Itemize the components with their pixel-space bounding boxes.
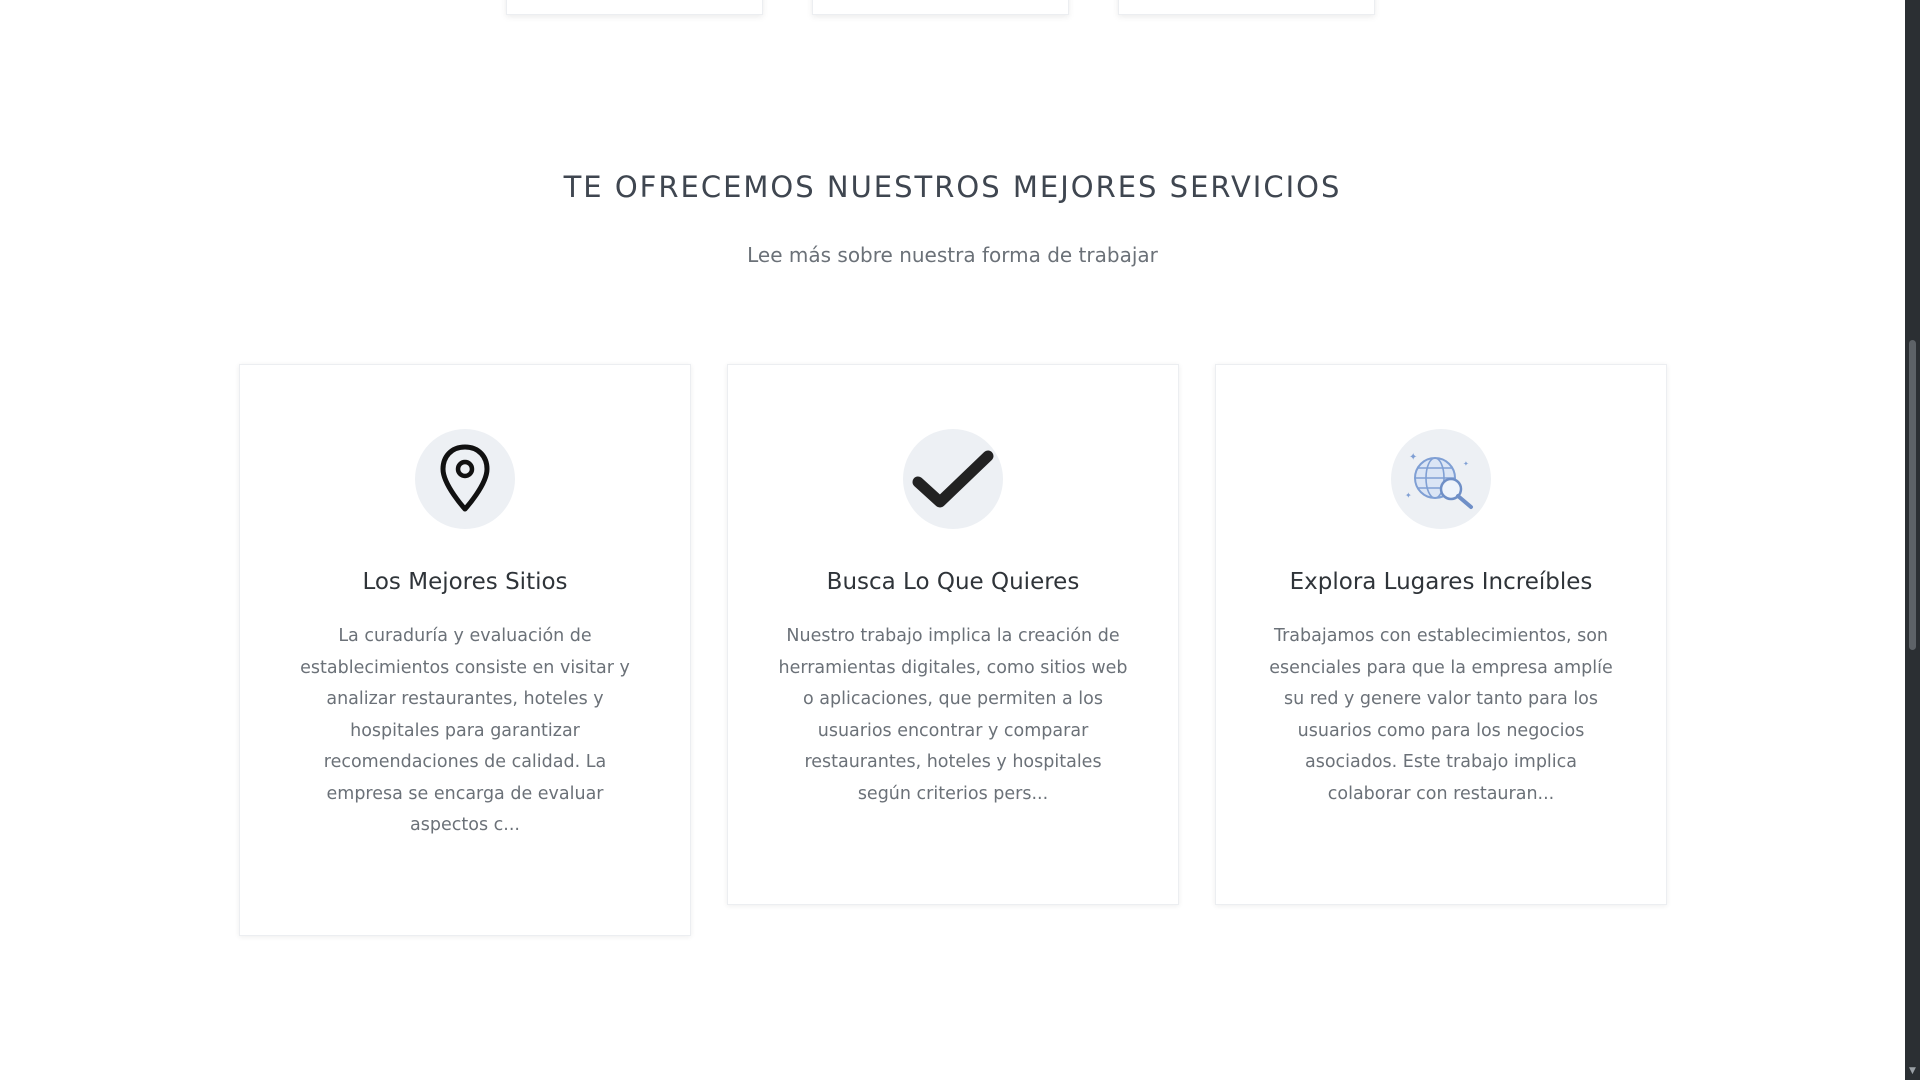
card-description: La curaduría y evaluación de establecimi… xyxy=(300,626,630,835)
service-card-search[interactable]: Busca Lo Que Quieres Nuestro trabajo imp… xyxy=(727,364,1179,905)
scroll-down-arrow-icon[interactable]: ▼ xyxy=(1908,1067,1917,1076)
service-card-explore[interactable]: ✦ ✦ ✦ Explora Lugares Increíbles Trabaja… xyxy=(1215,364,1667,905)
svg-text:✦: ✦ xyxy=(1463,460,1469,468)
location-pin-icon xyxy=(415,429,515,529)
top-card[interactable] xyxy=(506,0,763,15)
section-title: TE OFRECEMOS NUESTROS MEJORES SERVICIOS xyxy=(563,170,1342,204)
globe-search-icon: ✦ ✦ ✦ xyxy=(1391,429,1491,529)
checkmark-icon xyxy=(903,429,1003,529)
card-title: Explora Lugares Increíbles xyxy=(1289,569,1593,595)
service-card-best-sites[interactable]: Los Mejores Sitios La curaduría y evalua… xyxy=(239,364,691,936)
card-description: Nuestro trabajo implica la creación de h… xyxy=(778,626,1128,804)
top-card[interactable] xyxy=(1118,0,1375,15)
scrollbar-thumb[interactable] xyxy=(1909,340,1916,650)
card-title: Busca Lo Que Quieres xyxy=(826,569,1080,595)
card-description: Trabajamos con establecimientos, son ese… xyxy=(1269,626,1613,804)
page: TE OFRECEMOS NUESTROS MEJORES SERVICIOS … xyxy=(0,0,1920,1080)
vertical-scrollbar[interactable]: ▼ xyxy=(1905,0,1920,1080)
section-subtitle: Lee más sobre nuestra forma de trabajar xyxy=(747,243,1158,267)
top-card[interactable] xyxy=(812,0,1069,15)
svg-text:✦: ✦ xyxy=(1405,491,1412,500)
svg-text:✦: ✦ xyxy=(1409,452,1417,463)
card-title: Los Mejores Sitios xyxy=(362,569,568,595)
